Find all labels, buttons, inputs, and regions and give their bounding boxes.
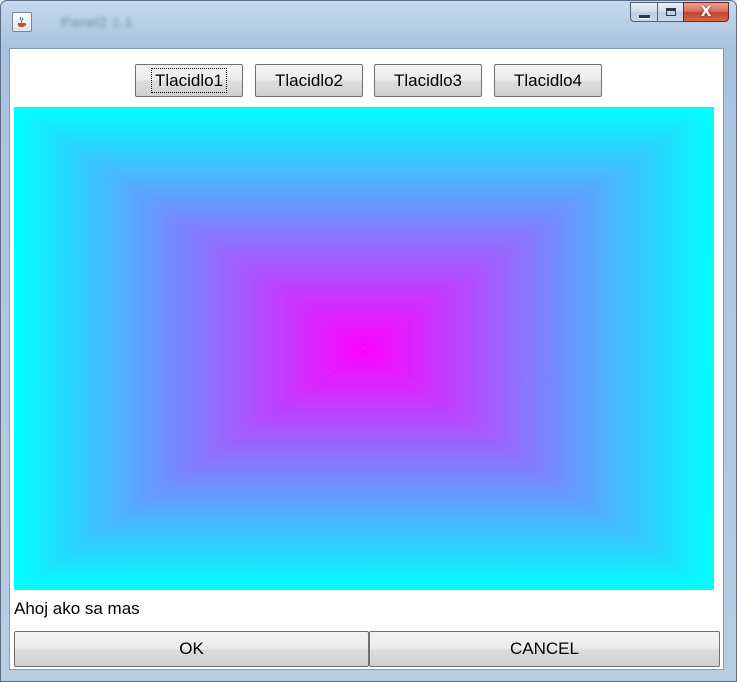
minimize-button[interactable] <box>630 2 657 22</box>
tlacidlo1-button[interactable]: Tlacidlo1 <box>135 64 243 97</box>
gradient-shape <box>14 107 714 590</box>
dialog-buttons: OK CANCEL <box>14 631 720 667</box>
ok-button[interactable]: OK <box>14 631 369 667</box>
maximize-button[interactable] <box>657 2 683 22</box>
close-button[interactable]: X <box>683 2 729 22</box>
window-title: Panel2 1.1 <box>61 14 133 30</box>
tlacidlo2-button[interactable]: Tlacidlo2 <box>255 64 363 97</box>
content-pane: Tlacidlo1 Tlacidlo2 Tlacidlo3 Tlacidlo4 … <box>9 48 724 670</box>
tlacidlo3-button[interactable]: Tlacidlo3 <box>374 64 482 97</box>
button-label: Tlacidlo3 <box>393 70 463 90</box>
title-bar[interactable]: Panel2 1.1 X <box>1 1 736 47</box>
button-panel: Tlacidlo1 Tlacidlo2 Tlacidlo3 Tlacidlo4 <box>10 49 723 107</box>
status-label: Ahoj ako sa mas <box>14 599 140 618</box>
gradient-canvas[interactable] <box>14 107 714 590</box>
button-label: Tlacidlo1 <box>150 68 228 93</box>
maximize-icon <box>665 8 676 16</box>
app-window: Panel2 1.1 X Tlacidlo1 Tlacidlo2 Tlacidl… <box>0 0 737 682</box>
caption-buttons: X <box>630 2 729 22</box>
minimize-icon <box>638 14 650 18</box>
cancel-button[interactable]: CANCEL <box>369 631 720 667</box>
button-label: Tlacidlo2 <box>274 70 344 90</box>
button-label: Tlacidlo4 <box>513 70 583 90</box>
ok-label: OK <box>179 639 204 658</box>
cancel-label: CANCEL <box>510 639 579 658</box>
close-icon: X <box>700 4 712 20</box>
tlacidlo4-button[interactable]: Tlacidlo4 <box>494 64 602 97</box>
java-cup-icon[interactable] <box>12 12 32 32</box>
